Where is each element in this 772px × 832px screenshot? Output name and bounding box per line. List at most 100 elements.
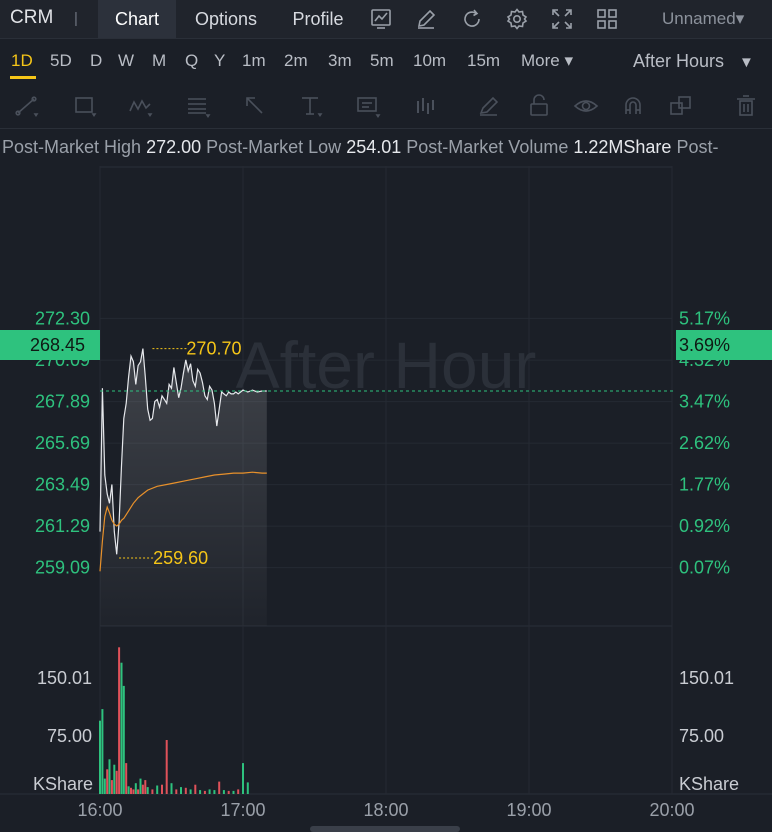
timeframe-week[interactable]: W: [118, 51, 134, 71]
rectangle-icon[interactable]: [72, 93, 98, 119]
volume-bar: [134, 783, 137, 794]
volume-unit-label-right: KShare: [679, 774, 739, 794]
layout-grid-icon[interactable]: [595, 7, 619, 31]
volume-bar: [184, 787, 187, 794]
volume-bar: [203, 790, 206, 794]
trash-icon[interactable]: [733, 93, 759, 119]
volume-bar: [218, 781, 221, 794]
volume-bar: [113, 764, 116, 794]
volume-bar: [175, 789, 178, 794]
time-tick-label: 19:00: [506, 800, 551, 820]
eye-icon[interactable]: [573, 93, 599, 119]
brush-icon[interactable]: [476, 93, 502, 119]
volume-tick-label-right: 75.00: [679, 726, 724, 746]
layout-name: Unnamed: [662, 9, 736, 28]
chevron-down-icon: ▾: [735, 9, 745, 28]
volume-bar: [208, 789, 211, 794]
volume-bar: [194, 784, 197, 794]
post-market-volume-label: Post-Market Volume: [406, 137, 569, 157]
current-change-tag: 3.69%: [676, 330, 772, 360]
volume-bar: [127, 786, 130, 794]
more-timeframes[interactable]: More ▾: [521, 51, 573, 71]
horizontal-scrollbar[interactable]: [310, 826, 460, 832]
annotation-icon[interactable]: [355, 93, 381, 119]
percent-tick-label: 1.77%: [679, 475, 730, 495]
bar-pattern-icon[interactable]: [412, 93, 438, 119]
post-market-extra-label: Post-: [676, 137, 719, 157]
volume-bar: [161, 784, 163, 794]
chevron-down-icon: ▾: [564, 51, 574, 70]
fullscreen-icon[interactable]: [550, 7, 574, 31]
volume-bar: [213, 790, 216, 794]
volume-bar: [189, 789, 192, 794]
timeframe-2m[interactable]: 2m: [284, 51, 308, 71]
post-market-volume-value: 1.22MShare: [573, 137, 672, 157]
time-tick-label: 17:00: [220, 800, 265, 820]
timeframe-10m[interactable]: 10m: [413, 51, 446, 71]
timeframe-year[interactable]: Y: [214, 51, 225, 71]
ticker-symbol[interactable]: CRM: [10, 7, 53, 29]
current-price: 268.45: [30, 335, 86, 355]
timeframe-3m[interactable]: 3m: [328, 51, 352, 71]
refresh-icon[interactable]: [460, 7, 484, 31]
volume-unit-label: KShare: [33, 774, 93, 794]
settings-gear-icon[interactable]: [505, 7, 529, 31]
tab-profile[interactable]: Profile: [280, 0, 356, 38]
indicator-icon[interactable]: [369, 7, 393, 31]
percent-tick-label: 0.92%: [679, 516, 730, 536]
volume-bar: [130, 787, 132, 794]
tab-chart[interactable]: Chart: [98, 0, 176, 38]
lock-icon[interactable]: [526, 93, 552, 119]
tab-options[interactable]: Options: [180, 0, 272, 38]
post-market-low-value: 254.01: [346, 137, 402, 157]
time-tick-label: 20:00: [649, 800, 694, 820]
percent-tick-label: 2.62%: [679, 433, 730, 453]
trend-line-icon[interactable]: [14, 93, 40, 119]
timeframe-day[interactable]: D: [90, 51, 102, 71]
percent-tick-label: 0.07%: [679, 558, 730, 578]
layout-selector[interactable]: Unnamed▾: [662, 9, 744, 29]
volume-bar: [118, 647, 121, 794]
active-timeframe-indicator: [10, 76, 36, 79]
volume-bar: [246, 782, 249, 794]
volume-bars: [99, 647, 249, 794]
volume-bar: [139, 778, 142, 794]
session-selector[interactable]: After Hours ▼: [633, 51, 754, 72]
timeframe-month[interactable]: M: [152, 51, 166, 71]
current-change-pct: 3.69%: [679, 335, 731, 355]
volume-bar: [165, 740, 168, 794]
pattern-icon[interactable]: [128, 93, 154, 119]
price-tick-label: 261.29: [35, 516, 90, 536]
timeframe-quarter[interactable]: Q: [185, 51, 198, 71]
text-icon[interactable]: [298, 93, 324, 119]
volume-bar: [106, 769, 109, 794]
post-market-high-value: 272.00: [146, 137, 202, 157]
volume-bar: [141, 784, 144, 794]
percent-tick-label: 3.47%: [679, 392, 730, 412]
draw-pen-icon[interactable]: [414, 7, 438, 31]
volume-bar: [108, 759, 111, 794]
timeframe-1m[interactable]: 1m: [242, 51, 266, 71]
annotation-high-label: 270.70: [186, 339, 241, 359]
ticker-separator: |: [74, 10, 78, 27]
fib-icon[interactable]: [185, 93, 211, 119]
chevron-down-icon: ▼: [739, 54, 754, 71]
volume-bar: [115, 770, 118, 794]
layers-icon[interactable]: [668, 93, 694, 119]
volume-bar: [103, 778, 106, 794]
session-label: After Hours: [633, 51, 725, 71]
post-market-stats: Post-Market High 272.00 Post-Market Low …: [0, 129, 772, 165]
timeframe-5d[interactable]: 5D: [50, 51, 72, 71]
timeframe-15m[interactable]: 15m: [467, 51, 500, 71]
more-label: More: [521, 51, 560, 70]
volume-bar: [125, 763, 128, 794]
timeframe-5m[interactable]: 5m: [370, 51, 394, 71]
volume-bar: [170, 783, 173, 794]
intraday-chart[interactable]: After Hour 272.30 5.17%270.09 4.32%267.89 3…: [0, 166, 772, 826]
magnet-icon[interactable]: [620, 93, 646, 119]
arrow-icon[interactable]: [242, 93, 268, 119]
volume-bar: [122, 685, 125, 794]
price-tick-label: 272.30: [35, 308, 90, 328]
timeframe-bar: 1D 5D D W M Q Y 1m 2m 3m 5m 10m 15m More…: [0, 39, 772, 83]
timeframe-1d[interactable]: 1D: [11, 51, 33, 71]
